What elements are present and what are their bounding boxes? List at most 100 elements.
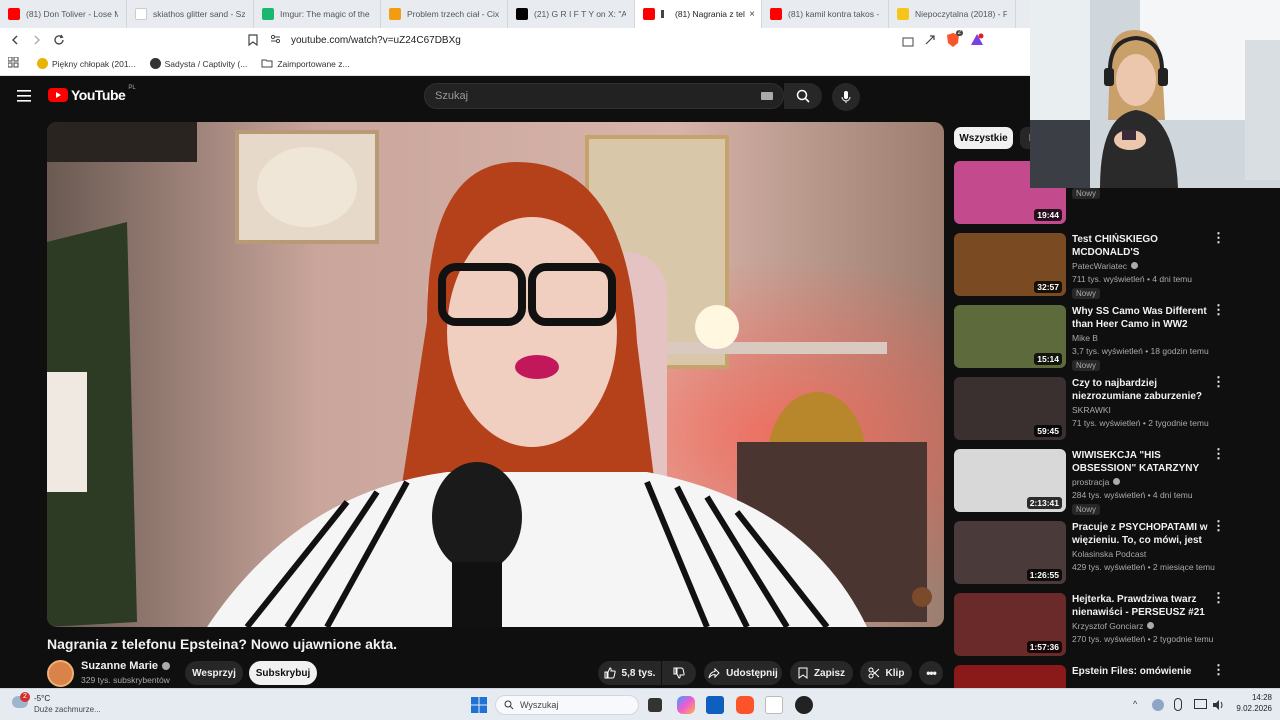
recommendation-title[interactable]: Hejterka. Prawdziwa twarz nienawiści - P…: [1072, 593, 1210, 619]
verified-icon: [1130, 262, 1138, 269]
search-button[interactable]: [784, 83, 822, 109]
bookmark-item[interactable]: Piękny chłopak (201...: [37, 58, 136, 69]
more-vertical-icon[interactable]: ⋮: [1212, 303, 1225, 316]
windows-start-icon[interactable]: [470, 696, 488, 714]
recommendation-item[interactable]: 15:14 Why SS Camo Was Different than Heer…: [954, 303, 1225, 371]
video-thumbnail[interactable]: 59:45: [954, 377, 1066, 440]
voice-search-button[interactable]: [832, 83, 860, 111]
save-button[interactable]: Zapisz: [790, 661, 853, 685]
url-field[interactable]: youtube.com/watch?v=uZ24C67DBXg: [270, 31, 990, 49]
display-icon[interactable]: [1194, 699, 1207, 709]
video-thumbnail[interactable]: 1:26:55: [954, 521, 1066, 584]
task-view-icon[interactable]: [648, 698, 662, 712]
site-info-icon[interactable]: [270, 34, 281, 47]
recommendation-channel[interactable]: prostracja: [1072, 477, 1121, 487]
video-thumbnail[interactable]: 2:13:41: [954, 449, 1066, 512]
show-hidden-icons-icon[interactable]: ^: [1133, 699, 1137, 709]
subscribe-button[interactable]: Subskrybuj: [249, 661, 317, 685]
brave-browser-icon[interactable]: [736, 696, 754, 714]
recommendation-channel[interactable]: Kolasinska Podcast: [1072, 549, 1146, 559]
channel-name[interactable]: Suzanne Marie: [81, 660, 171, 672]
reload-icon[interactable]: [48, 29, 70, 51]
microphone-tray-icon[interactable]: [1174, 698, 1182, 711]
recommendation-item[interactable]: 32:57 Test CHIŃSKIEGO MCDONALD'S ⋮ PatecWar…: [954, 231, 1225, 299]
more-actions-button[interactable]: •••: [919, 661, 943, 685]
more-vertical-icon[interactable]: ⋮: [1212, 591, 1225, 604]
support-button[interactable]: Wesprzyj: [185, 661, 243, 685]
store-icon[interactable]: [706, 696, 724, 714]
browser-tab[interactable]: Imgur: The magic of the In: [254, 0, 381, 28]
more-vertical-icon[interactable]: ⋮: [1212, 663, 1225, 676]
bookmark-icon[interactable]: [248, 33, 258, 51]
video-thumbnail[interactable]: 32:57: [954, 233, 1066, 296]
share-page-icon[interactable]: [924, 33, 936, 51]
recommendation-item[interactable]: Epstein Files: omówienie⋮Dama Kier215 ty…: [954, 663, 1225, 688]
recommendation-channel[interactable]: PatecWariatec: [1072, 261, 1138, 271]
recommendation-item[interactable]: 2:13:41 WIWISEKCJA "HIS OBSESSION" KATARZ…: [954, 447, 1225, 515]
network-icon[interactable]: [1152, 699, 1164, 711]
recommendation-title[interactable]: Why SS Camo Was Different than Heer Camo…: [1072, 305, 1210, 331]
taskbar-search[interactable]: Wyszukaj: [495, 695, 639, 715]
clock-time: 14:28: [1251, 693, 1272, 702]
brave-shield-icon[interactable]: 2: [946, 30, 963, 48]
recommendation-channel[interactable]: Mike B: [1072, 333, 1098, 343]
brave-rewards-icon[interactable]: [970, 33, 984, 51]
recommendation-channel[interactable]: Krzysztof Gonciarz: [1072, 621, 1155, 631]
video-thumbnail[interactable]: 1:57:36: [954, 593, 1066, 656]
clip-button[interactable]: Klip: [860, 661, 912, 685]
browser-tab[interactable]: Problem trzech ciał - Cixin: [381, 0, 508, 28]
speaker-icon[interactable]: [661, 10, 669, 18]
more-vertical-icon[interactable]: ⋮: [1212, 447, 1225, 460]
recommendation-meta: 711 tys. wyświetleń • 4 dni temu: [1072, 274, 1192, 284]
keyboard-icon[interactable]: [761, 92, 773, 100]
tab-label: (81) Don Toliver - Lose My: [26, 9, 118, 19]
youtube-logo[interactable]: YouTube PL: [48, 85, 136, 103]
recommendation-item[interactable]: 1:26:55 Pracuje z PSYCHOPATAMI w więzieni…: [954, 519, 1225, 587]
bookmark-item[interactable]: Sadysta / Captivity (...: [149, 58, 247, 69]
cast-icon[interactable]: [902, 34, 914, 52]
browser-tab[interactable]: Niepoczytalna (2018) - Fil: [889, 0, 1016, 28]
more-vertical-icon[interactable]: ⋮: [1212, 375, 1225, 388]
recommendation-title[interactable]: Pracuje z PSYCHOPATAMI w więzieniu. To, …: [1072, 521, 1210, 547]
recommendation-title[interactable]: Epstein Files: omówienie: [1072, 665, 1210, 678]
bookmark-folder[interactable]: Zaimportowane z...: [261, 58, 350, 70]
tab-label: (81) kamil kontra takos - Y: [788, 9, 880, 19]
search-input[interactable]: Szukaj: [424, 83, 784, 109]
dislike-button[interactable]: [662, 661, 696, 685]
browser-tab[interactable]: (81) Nagrania z tel ×: [635, 0, 762, 28]
recommendation-title[interactable]: Czy to najbardziej niezrozumiane zaburze…: [1072, 377, 1210, 403]
clock[interactable]: 14:28 9.02.2026: [1228, 693, 1272, 713]
file-manager-icon[interactable]: [765, 696, 783, 714]
recommendation-item[interactable]: 59:45 Czy to najbardziej niezrozumiane za…: [954, 375, 1225, 443]
chip-all[interactable]: Wszystkie: [954, 127, 1013, 149]
back-icon[interactable]: [4, 29, 26, 51]
browser-tab[interactable]: (81) kamil kontra takos - Y: [762, 0, 889, 28]
obs-icon[interactable]: [795, 696, 813, 714]
video-duration: 2:13:41: [1026, 497, 1062, 509]
more-vertical-icon[interactable]: ⋮: [1212, 519, 1225, 532]
weather-temp: -5°C: [34, 694, 51, 703]
browser-tab[interactable]: skiathos glitter sand - Szuk: [127, 0, 254, 28]
more-vertical-icon[interactable]: ⋮: [1212, 231, 1225, 244]
recommendation-item[interactable]: 1:57:36 Hejterka. Prawdziwa twarz nienawi…: [954, 591, 1225, 659]
close-tab-icon[interactable]: ×: [749, 9, 755, 20]
weather-widget[interactable]: 2 -5°C Duże zachmurze...: [12, 692, 132, 717]
channel-avatar[interactable]: [47, 660, 74, 687]
forward-icon[interactable]: [26, 29, 48, 51]
recommendation-title[interactable]: WIWISEKCJA "HIS OBSESSION" KATARZYNY ROM…: [1072, 449, 1210, 475]
share-button[interactable]: Udostępnij: [704, 661, 782, 685]
volume-icon[interactable]: [1212, 698, 1224, 716]
menu-icon[interactable]: [17, 89, 31, 107]
browser-tab[interactable]: (21) G R I F T Y on X: "A wi: [508, 0, 635, 28]
video-thumbnail[interactable]: [954, 665, 1066, 688]
copilot-icon[interactable]: [677, 696, 695, 714]
thumbs-down-icon: [673, 667, 685, 679]
recommendation-title[interactable]: Test CHIŃSKIEGO MCDONALD'S: [1072, 233, 1210, 259]
like-button[interactable]: 5,8 tys.: [598, 661, 661, 685]
browser-tab[interactable]: (81) Don Toliver - Lose My: [0, 0, 127, 28]
video-player[interactable]: [47, 122, 944, 627]
apps-grid-icon[interactable]: [7, 56, 19, 70]
video-thumbnail[interactable]: 15:14: [954, 305, 1066, 368]
recommendation-channel[interactable]: SKRAWKI: [1072, 405, 1111, 415]
youtube-logo-icon: [48, 88, 68, 102]
